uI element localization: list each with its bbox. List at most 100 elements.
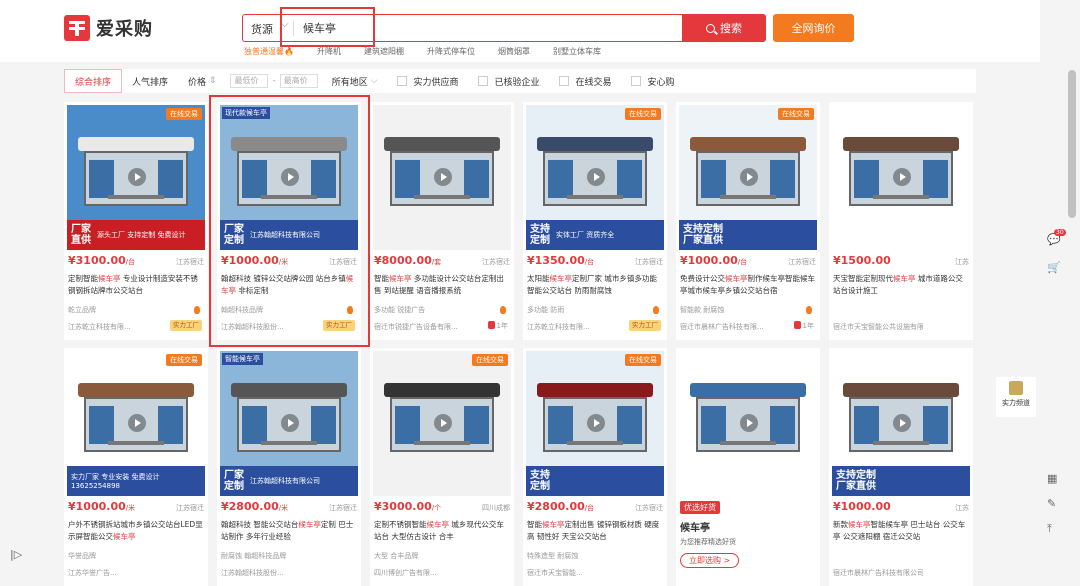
product-image[interactable]: 支持定制 厂家直供 [832, 351, 970, 496]
company-name[interactable]: 江苏乾立科技有限... [68, 322, 158, 332]
product-image[interactable] [373, 105, 511, 250]
product-title[interactable]: 智能候车亭 多功能设计公交站台定制出售 到站提醒 语音播报系统 [374, 273, 510, 297]
sort-comprehensive[interactable]: 综合排序 [64, 69, 123, 93]
checkbox[interactable] [559, 76, 570, 86]
power-channel[interactable]: 实力频道 [996, 377, 1036, 417]
product-card[interactable]: 在线交易 厂家 直供 源头工厂 支持定制 免费设计 ¥3100.00/台 江苏宿迁… [64, 102, 208, 340]
product-title[interactable]: 户外不锈钢拆站城市乡镇公交站台LED显示屏智能公交候车亭 [68, 519, 204, 543]
region-select[interactable]: 所有地区 ⌵ [322, 69, 388, 93]
product-title[interactable]: 翰超科技 智能公交站台候车亭定制 巴士站制作 多年行业经验 [221, 519, 357, 543]
shelter-seat [873, 440, 929, 446]
product-card[interactable]: 在线交易 支持 定制 ¥2800.00/台 江苏宿迁 智能候车亭定制出售 镀锌钢板… [523, 348, 667, 586]
price-value: ¥1000.00 [68, 500, 126, 513]
checkbox[interactable] [478, 76, 489, 86]
price-max-input[interactable]: 最高价 [279, 74, 318, 88]
product-tags: 大型 合丰品牌 [374, 552, 419, 560]
company-name[interactable]: 宿迁市天宝智能... [527, 568, 617, 578]
company-name[interactable]: 宿迁市晨林广告科技有限... [680, 322, 770, 332]
company-name[interactable]: 宿迁市晨林广告科技有限公司 [833, 568, 923, 578]
product-image[interactable] [832, 105, 970, 250]
company-name[interactable]: 江苏翰超科技股份... [221, 568, 311, 578]
product-title[interactable]: 免费设计公交候车亭制作候车亭智能候车亭城市候车亭乡镇公交站台宿 [680, 273, 816, 297]
filter-verified[interactable]: 已核验企业 [468, 69, 549, 93]
product-card[interactable]: 支持定制 厂家直供 ¥1000.00 江苏 新款候车亭智能候车亭 巴士站台 公交车… [829, 348, 973, 586]
product-price: ¥2800.00/米 [221, 500, 288, 513]
search-category[interactable]: 货源 [251, 21, 273, 37]
shelter-seat [414, 194, 470, 200]
banner-line1: 厂家 [71, 224, 91, 235]
hotword[interactable]: 别墅立体车库 [553, 46, 601, 57]
product-title[interactable]: 天宝智能定制现代候车亭 城市道路公交站台设计施工 [833, 273, 969, 297]
price-sort[interactable]: 价格 ⇕ [178, 69, 226, 93]
play-icon[interactable] [434, 414, 452, 432]
shelter-ad-panel [311, 406, 336, 444]
product-highlight-box [209, 95, 370, 347]
company-name[interactable]: 江苏乾立科技有限... [527, 322, 617, 332]
product-image[interactable]: 在线交易 支持 定制 [526, 351, 664, 496]
product-title[interactable]: 太阳能候车亭定制厂家 城市乡镇多功能智能公交站台 防雨耐腐蚀 [527, 273, 663, 297]
company-name[interactable]: 四川博创广告有限... [374, 568, 464, 578]
product-card[interactable]: 在线交易 支持 定制 实体工厂 资质齐全 ¥1350.00/台 江苏宿迁 太阳能候… [523, 102, 667, 340]
edit-icon[interactable]: ✎ [1047, 497, 1056, 510]
product-card[interactable]: ¥1500.00 江苏 天宝智能定制现代候车亭 城市道路公交站台设计施工 宿迁市… [829, 102, 973, 340]
play-icon[interactable] [281, 414, 299, 432]
scrollbar[interactable] [1068, 70, 1076, 218]
expand-sidebar-icon[interactable]: |▷ [10, 548, 22, 561]
crown-icon [1009, 381, 1023, 395]
play-icon[interactable] [740, 168, 758, 186]
title-keyword: 候车亭 [98, 274, 121, 283]
back-to-top-icon[interactable]: ⤒ [1047, 522, 1052, 536]
play-icon[interactable] [587, 414, 605, 432]
play-icon[interactable] [740, 414, 758, 432]
checkbox[interactable] [631, 76, 642, 86]
hotword[interactable]: 烟筒烟罩 [498, 46, 530, 57]
play-icon[interactable] [587, 168, 605, 186]
play-icon[interactable] [128, 414, 146, 432]
play-icon[interactable] [128, 168, 146, 186]
product-title[interactable]: 智能候车亭定制出售 镀锌钢板材质 硬度高 韧性好 天宝公交站台 [527, 519, 663, 543]
hotword[interactable]: 升降机 [317, 46, 341, 57]
site-logo[interactable]: 爱采购 [64, 15, 153, 41]
hotword[interactable]: 建筑遮阳棚 [364, 46, 404, 57]
hotword[interactable]: 升降式停车位 [427, 46, 475, 57]
product-image[interactable]: 在线交易 支持 定制 实体工厂 资质齐全 [526, 105, 664, 250]
company-name[interactable]: 宿迁市天宝智能公共设施有限公司 [833, 322, 923, 332]
checkbox[interactable] [397, 76, 408, 86]
product-card[interactable]: 在线交易 ¥3000.00/个 四川成都 定制不锈钢智能候车亭 城乡现代公交车站台… [370, 348, 514, 586]
product-image[interactable]: 在线交易 厂家 直供 源头工厂 支持定制 免费设计 [67, 105, 205, 250]
company-name[interactable]: 江苏华誉广告... [68, 568, 158, 578]
inquiry-button[interactable]: 全网询价 [773, 14, 854, 42]
product-title[interactable]: 定制智能候车亭 专业设计制造安装不锈钢钢拆站牌市公交站台 [68, 273, 204, 297]
years-badge: 1年 [793, 321, 814, 331]
product-card[interactable]: 在线交易 支持定制 厂家直供 ¥1000.00/台 江苏宿迁 免费设计公交候车亭制… [676, 102, 820, 340]
buy-now-button[interactable]: 立即选购 > [680, 553, 740, 568]
product-image[interactable]: 在线交易 [373, 351, 511, 496]
product-card[interactable]: 在线交易 实力厂家 专业安装 免费设计 13625254898 ¥1000.00… [64, 348, 208, 586]
product-image[interactable]: 在线交易 实力厂家 专业安装 免费设计 13625254898 [67, 351, 205, 496]
product-image[interactable]: 智能候车亭 厂家 定制 江苏翰超科技有限公司 [220, 351, 358, 496]
product-card[interactable]: ¥8000.00/套 江苏宿迁 智能候车亭 多功能设计公交站台定制出售 到站提醒… [370, 102, 514, 340]
cart-icon[interactable]: 🛒 [1047, 261, 1061, 274]
price-min-input[interactable]: 最低价 [230, 74, 269, 88]
company-name[interactable]: 宿迁市锐捷广告设备有限... [374, 322, 464, 332]
play-icon[interactable] [893, 168, 911, 186]
filter-online-trade[interactable]: 在线交易 [549, 69, 621, 93]
filter-safe-buy[interactable]: 安心购 [621, 69, 684, 93]
product-location: 江苏宿迁 [482, 258, 510, 266]
product-title[interactable]: 新款候车亭智能候车亭 巴士站台 公交车亭 公交遮阳棚 宿迁公交站 [833, 519, 969, 543]
product-image[interactable] [679, 351, 817, 496]
play-icon[interactable] [434, 168, 452, 186]
product-card[interactable]: 优选好货 候车亭 为您推荐精选好货 立即选购 > [676, 348, 820, 586]
product-image[interactable]: 在线交易 支持定制 厂家直供 [679, 105, 817, 250]
shelter-ad-panel [548, 160, 573, 198]
play-icon[interactable] [893, 414, 911, 432]
price-value: ¥1000.00 [833, 500, 891, 513]
sort-popular[interactable]: 人气排序 [122, 69, 178, 93]
years-value: 1年 [802, 322, 814, 330]
search-button[interactable]: 搜索 [682, 14, 766, 42]
product-title[interactable]: 定制不锈钢智能候车亭 城乡现代公交车站台 大型仿古设计 合丰 [374, 519, 510, 543]
product-card[interactable]: 智能候车亭 厂家 定制 江苏翰超科技有限公司 ¥2800.00/米 江苏宿迁 翰超… [217, 348, 361, 586]
grid-icon[interactable]: ▦ [1047, 472, 1057, 485]
hotword[interactable]: 独普通温馨🔥 [244, 46, 294, 57]
filter-supply-power[interactable]: 实力供应商 [387, 69, 468, 93]
